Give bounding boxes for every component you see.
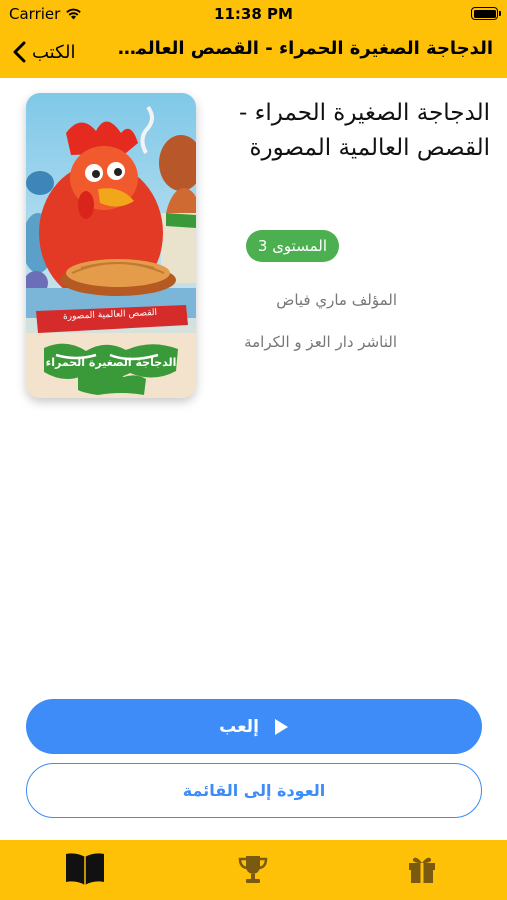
- cover-title-text: الدجاجة الصغيرة الحمراء: [45, 356, 177, 369]
- level-badge: المستوى 3: [245, 230, 339, 262]
- back-to-list-button[interactable]: العودة إلى القائمة: [26, 763, 482, 818]
- top-bar: Carrier 11:38 PM الكتب الدجاجة الصغيرة ا…: [0, 0, 507, 78]
- back-button-label: الكتب: [32, 41, 76, 63]
- book-title: الدجاجة الصغيرة الحمراء - القصص العالمية…: [238, 100, 490, 161]
- play-icon: [274, 718, 288, 735]
- navigation-bar: الكتب الدجاجة الصغيرة الحمراء - القصص ال…: [0, 28, 507, 78]
- tab-gifts[interactable]: [397, 848, 447, 890]
- gift-icon: [409, 857, 435, 883]
- battery-icon: [471, 7, 501, 20]
- status-time: 11:38 PM: [214, 5, 293, 23]
- book-icon: [66, 853, 104, 885]
- tab-achievements[interactable]: [228, 848, 278, 890]
- back-button[interactable]: الكتب: [12, 37, 76, 67]
- book-cover: القصص العالمية المصورة الدجاجة الصغيرة ا…: [26, 93, 196, 398]
- status-bar: Carrier 11:38 PM: [0, 0, 507, 28]
- chevron-left-icon: [13, 41, 26, 63]
- back-to-list-label: العودة إلى القائمة: [182, 781, 326, 800]
- play-button[interactable]: إلعب: [26, 699, 482, 754]
- play-button-label: إلعب: [219, 716, 259, 737]
- book-publisher: الناشر دار العز و الكرامة: [244, 333, 397, 351]
- tab-bar: [0, 840, 507, 900]
- book-author: المؤلف ماري فياض: [276, 291, 397, 309]
- nav-title: الدجاجة الصغيرة الحمراء - القصص العالمية…: [112, 38, 493, 59]
- tab-books[interactable]: [60, 848, 110, 890]
- book-cover-illustration: [26, 93, 196, 398]
- trophy-icon: [238, 856, 268, 883]
